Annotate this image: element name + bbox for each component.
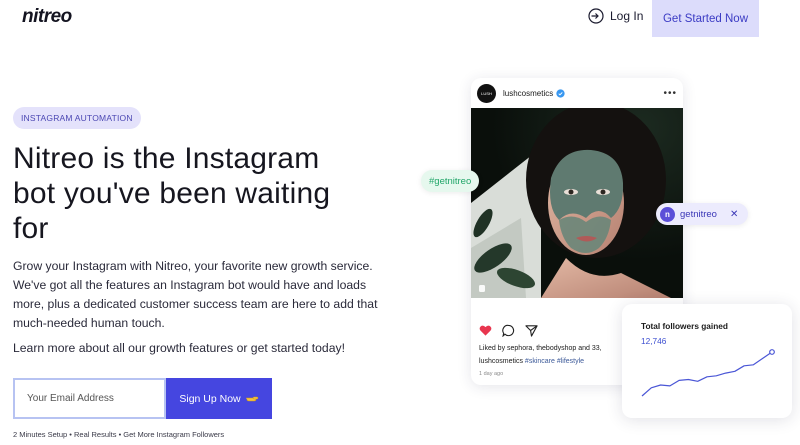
- post-photo: [471, 108, 683, 298]
- followers-gained-card: Total followers gained 12,746: [622, 304, 792, 418]
- page-title: Nitreo is the Instagram bot you've been …: [13, 142, 331, 245]
- post-date: 1 day ago: [479, 371, 504, 377]
- close-icon[interactable]: ✕: [730, 209, 738, 220]
- sign-up-button[interactable]: Sign Up Now: [166, 378, 272, 419]
- sign-up-label: Sign Up Now: [179, 392, 241, 405]
- comment-icon[interactable]: [502, 324, 515, 337]
- tag-chip-label: getnitreo: [680, 208, 717, 220]
- getnitreo-hashtag-chip: #getnitreo: [421, 170, 480, 192]
- followers-series-line: [641, 351, 773, 397]
- getnitreo-tag-chip: n getnitreo ✕: [656, 203, 749, 225]
- more-options-icon[interactable]: •••: [663, 88, 677, 99]
- caption-tags[interactable]: #skincare #lifestyle: [525, 358, 584, 365]
- post-likes: Liked by sephora, thebodyshop and 33,: [479, 345, 602, 352]
- avatar[interactable]: LUSH: [477, 83, 496, 103]
- post-caption: lushcosmetics #skincare #lifestyle: [479, 358, 584, 365]
- followers-latest-point: [769, 349, 775, 355]
- verified-badge-icon: [556, 88, 565, 98]
- get-started-button[interactable]: Get Started Now: [652, 0, 759, 37]
- followers-title: Total followers gained: [641, 321, 728, 331]
- nitreo-logo-icon: n: [660, 206, 675, 222]
- growth-features-text: Learn more about all our growth features…: [13, 341, 345, 355]
- share-icon[interactable]: [525, 324, 538, 337]
- post-actions: [479, 324, 538, 337]
- login-icon: [588, 8, 604, 24]
- instagram-automation-badge: INSTAGRAM AUTOMATION: [13, 107, 141, 129]
- login-label: Log In: [610, 9, 644, 23]
- login-link[interactable]: Log In: [588, 5, 643, 27]
- post-username[interactable]: lushcosmetics: [503, 89, 553, 98]
- post-header: LUSH lushcosmetics •••: [471, 78, 683, 108]
- pointing-hand-icon: [245, 396, 258, 401]
- followers-line-chart: [641, 349, 775, 397]
- caption-username[interactable]: lushcosmetics: [479, 358, 523, 365]
- hero-description: Grow your Instagram with Nitreo, your fa…: [13, 259, 378, 330]
- feature-footnote: 2 Minutes Setup • Real Results • Get Mor…: [13, 430, 225, 439]
- nitreo-logo[interactable]: nitreo: [22, 6, 72, 28]
- heart-icon[interactable]: [479, 324, 492, 337]
- email-field[interactable]: [13, 378, 166, 419]
